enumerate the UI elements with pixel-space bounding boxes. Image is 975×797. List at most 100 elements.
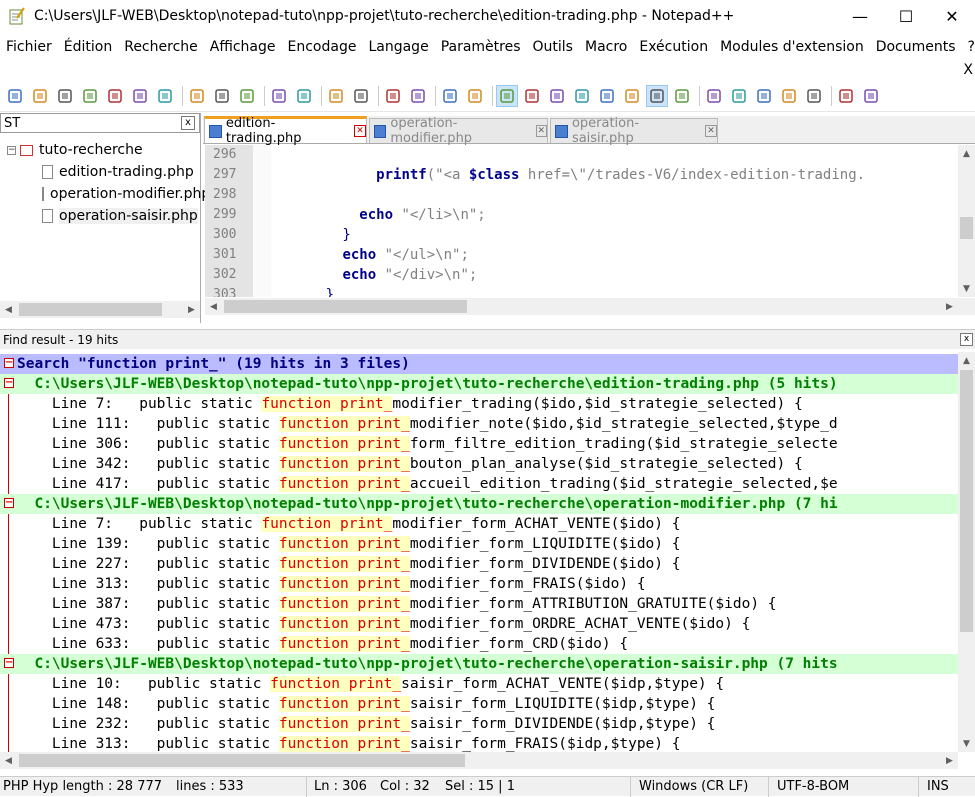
scroll-thumb[interactable] bbox=[960, 370, 973, 632]
menu-fichier[interactable]: Fichier bbox=[0, 32, 58, 62]
collapse-icon[interactable]: − bbox=[7, 145, 16, 155]
scroll-right-icon[interactable]: ▶ bbox=[941, 752, 958, 769]
fold-toggle-icon[interactable]: − bbox=[4, 658, 14, 668]
function-list-icon[interactable] bbox=[596, 85, 618, 107]
result-hit-line[interactable]: Line 313: public static function print_m… bbox=[0, 574, 958, 594]
tree-file-item[interactable]: operation-modifier.php bbox=[0, 183, 210, 205]
close-all-icon[interactable] bbox=[129, 85, 151, 107]
scroll-thumb[interactable] bbox=[19, 303, 162, 316]
result-file-line[interactable]: − C:\Users\JLF-WEB\Desktop\notepad-tuto\… bbox=[0, 654, 958, 674]
result-hit-line[interactable]: Line 473: public static function print_m… bbox=[0, 614, 958, 634]
doc-map-icon[interactable] bbox=[571, 85, 593, 107]
tree-file-item[interactable]: edition-trading.php bbox=[0, 161, 200, 183]
close-document-x[interactable]: X bbox=[963, 62, 973, 78]
show-all-chars-icon[interactable] bbox=[521, 85, 543, 107]
tab-close-icon[interactable]: ✕ bbox=[535, 125, 547, 137]
menu-modules[interactable]: Modules d'extension bbox=[714, 32, 870, 62]
result-hit-line[interactable]: Line 111: public static function print_m… bbox=[0, 414, 958, 434]
save-macro-icon[interactable] bbox=[803, 85, 825, 107]
result-hit-line[interactable]: Line 313: public static function print_s… bbox=[0, 734, 958, 752]
cut-icon[interactable] bbox=[186, 85, 208, 107]
menu-documents[interactable]: Documents bbox=[870, 32, 962, 62]
scroll-right-icon[interactable]: ▶ bbox=[183, 301, 200, 318]
scroll-up-icon[interactable]: ▲ bbox=[958, 145, 975, 162]
print-icon[interactable] bbox=[154, 85, 176, 107]
result-hit-line[interactable]: Line 7: public static function print_mod… bbox=[0, 394, 958, 414]
editor-vscrollbar[interactable]: ▲ ▼ bbox=[958, 145, 975, 297]
stop-macro-icon[interactable] bbox=[728, 85, 750, 107]
scroll-down-icon[interactable]: ▼ bbox=[958, 280, 975, 297]
code-line[interactable]: 296 bbox=[205, 147, 955, 167]
scroll-thumb[interactable] bbox=[19, 754, 465, 767]
find-icon[interactable] bbox=[325, 85, 347, 107]
paste-icon[interactable] bbox=[236, 85, 258, 107]
menu-outils[interactable]: Outils bbox=[527, 32, 579, 62]
code-line[interactable]: 300 } bbox=[205, 227, 955, 247]
workspace-close-icon[interactable]: x bbox=[181, 116, 195, 130]
code-line[interactable]: 302 echo "</div>\n"; bbox=[205, 267, 955, 287]
new-file-icon[interactable] bbox=[4, 85, 26, 107]
tab-close-icon[interactable]: ✕ bbox=[354, 125, 366, 137]
code-line[interactable]: 297 printf("<a $class href=\"/trades-V6/… bbox=[205, 167, 955, 187]
scroll-left-icon[interactable]: ◀ bbox=[0, 752, 17, 769]
scroll-right-icon[interactable]: ▶ bbox=[941, 298, 958, 315]
scroll-left-icon[interactable]: ◀ bbox=[205, 298, 222, 315]
close-window-button[interactable]: ✕ bbox=[929, 0, 975, 32]
workspace-hscrollbar[interactable]: ◀ ▶ bbox=[0, 301, 200, 318]
scroll-up-icon[interactable]: ▲ bbox=[958, 352, 975, 369]
monitoring-icon[interactable] bbox=[671, 85, 693, 107]
scroll-down-icon[interactable]: ▼ bbox=[958, 735, 975, 752]
undo-icon[interactable] bbox=[268, 85, 290, 107]
open-file-icon[interactable] bbox=[29, 85, 51, 107]
tree-file-item-selected[interactable]: operation-saisir.php bbox=[0, 205, 200, 227]
result-hit-line[interactable]: Line 633: public static function print_m… bbox=[0, 634, 958, 654]
search-summary-line[interactable]: − Search "function print_" (19 hits in 3 … bbox=[0, 354, 958, 374]
minimize-button[interactable]: — bbox=[837, 0, 883, 32]
menu-edition[interactable]: Édition bbox=[58, 32, 118, 62]
find-result-close-icon[interactable]: x bbox=[960, 333, 973, 346]
find-hscrollbar[interactable]: ◀ ▶ bbox=[0, 752, 958, 769]
result-hit-line[interactable]: Line 139: public static function print_m… bbox=[0, 534, 958, 554]
result-hit-line[interactable]: Line 7: public static function print_mod… bbox=[0, 514, 958, 534]
code-line[interactable]: 301 echo "</ul>\n"; bbox=[205, 247, 955, 267]
run-macro-multiple-icon[interactable] bbox=[778, 85, 800, 107]
sync-horizontal-icon[interactable] bbox=[464, 85, 486, 107]
fold-toggle-icon[interactable]: − bbox=[4, 358, 14, 368]
result-file-line[interactable]: − C:\Users\JLF-WEB\Desktop\notepad-tuto\… bbox=[0, 374, 958, 394]
save-all-icon[interactable] bbox=[79, 85, 101, 107]
result-hit-line[interactable]: Line 342: public static function print_b… bbox=[0, 454, 958, 474]
result-hit-line[interactable]: Line 10: public static function print_sa… bbox=[0, 674, 958, 694]
fold-toggle-icon[interactable]: − bbox=[4, 378, 14, 388]
menu-encodage[interactable]: Encodage bbox=[282, 32, 363, 62]
close-icon[interactable] bbox=[104, 85, 126, 107]
word-wrap-icon[interactable] bbox=[496, 84, 518, 107]
find-results-panel[interactable]: − Search "function print_" (19 hits in 3 … bbox=[0, 352, 958, 752]
folder-as-workspace-icon[interactable] bbox=[621, 85, 643, 107]
menu-recherche[interactable]: Recherche bbox=[118, 32, 204, 62]
doc-list-icon[interactable] bbox=[646, 84, 668, 107]
tree-root[interactable]: − tuto-recherche bbox=[0, 139, 200, 161]
scroll-thumb[interactable] bbox=[224, 300, 467, 313]
menu-help[interactable]: ? bbox=[962, 32, 975, 62]
save-icon[interactable] bbox=[54, 85, 76, 107]
tab-edition-trading[interactable]: edition-trading.php ✕ bbox=[204, 116, 367, 146]
plugin-icon[interactable] bbox=[860, 85, 882, 107]
editor-hscrollbar[interactable]: ◀ ▶ bbox=[205, 298, 975, 315]
result-hit-line[interactable]: Line 387: public static function print_m… bbox=[0, 594, 958, 614]
code-line[interactable]: 299 echo "</li>\n"; bbox=[205, 207, 955, 227]
result-hit-line[interactable]: Line 306: public static function print_f… bbox=[0, 434, 958, 454]
menu-macro[interactable]: Macro bbox=[579, 32, 633, 62]
menu-affichage[interactable]: Affichage bbox=[204, 32, 282, 62]
spell-check-icon[interactable] bbox=[835, 85, 857, 107]
fold-toggle-icon[interactable]: − bbox=[4, 498, 14, 508]
tab-operation-modifier[interactable]: operation-modifier.php ✕ bbox=[369, 116, 548, 146]
indent-guide-icon[interactable] bbox=[546, 85, 568, 107]
redo-icon[interactable] bbox=[293, 85, 315, 107]
zoom-in-icon[interactable] bbox=[382, 85, 404, 107]
record-macro-icon[interactable] bbox=[703, 85, 725, 107]
replace-icon[interactable] bbox=[350, 85, 372, 107]
maximize-button[interactable]: ☐ bbox=[883, 0, 929, 32]
workspace-search-input[interactable]: ST x bbox=[0, 113, 200, 133]
tab-operation-saisir[interactable]: operation-saisir.php ✕ bbox=[550, 116, 718, 146]
menu-execution[interactable]: Exécution bbox=[633, 32, 714, 62]
